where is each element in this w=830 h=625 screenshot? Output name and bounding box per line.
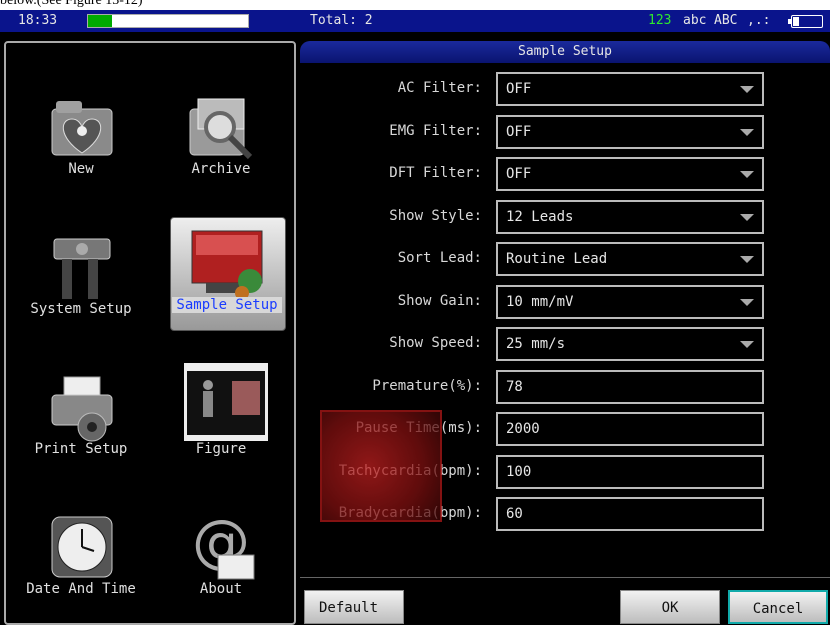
field-value: 60 — [506, 506, 523, 522]
menu-item-figure[interactable]: Figure — [166, 353, 276, 483]
menu-item-archive[interactable]: Archive — [166, 73, 276, 203]
text-field[interactable]: 100 — [496, 454, 764, 489]
select-field[interactable]: 10 mm/mV — [496, 284, 764, 319]
progress-fill — [88, 15, 112, 27]
input-mode-upper[interactable]: ABC — [714, 13, 737, 28]
menu-item-date-and-time[interactable]: Date And Time — [26, 493, 136, 623]
field-label: Sort Lead: — [397, 250, 482, 266]
field-value: Routine Lead — [506, 251, 608, 267]
field-value: OFF — [506, 166, 532, 182]
button-bar: Default OK Cancel — [300, 577, 830, 625]
input-mode-numeric[interactable]: 123 — [648, 13, 671, 28]
menu-label: About — [199, 581, 243, 597]
field-label: EMG Filter: — [389, 122, 482, 139]
form-row: DFT Filter: OFF — [300, 155, 830, 195]
progress-bar — [87, 14, 249, 28]
menu-label: Figure — [195, 441, 247, 457]
sample-screen-icon — [191, 230, 263, 300]
form-row: AC Filter: OFF — [300, 70, 830, 110]
chevron-down-icon[interactable] — [740, 256, 754, 263]
battery-icon — [788, 15, 823, 28]
select-field[interactable]: OFF — [496, 72, 764, 106]
magnifier-folder-icon — [189, 98, 253, 160]
select-field[interactable]: OFF — [496, 114, 764, 149]
watermark-image — [320, 410, 442, 522]
clock-time: 18:33 — [18, 13, 58, 28]
device-screen: 18:33 Total: 2 123 abc ABC ,.: New Archi… — [0, 10, 830, 625]
menu-item-system-setup[interactable]: System Setup — [26, 213, 136, 343]
text-field[interactable]: 78 — [496, 369, 764, 404]
figure-icon — [184, 363, 268, 441]
status-bar: 18:33 Total: 2 123 abc ABC ,.: — [0, 10, 830, 32]
form-row: Show Speed: 25 mm/s — [300, 325, 830, 365]
form-row: Show Style: 12 Leads — [300, 198, 830, 238]
figure-caption: below.(See Figure 13-12) — [0, 0, 143, 8]
field-value: OFF — [506, 81, 532, 97]
select-field[interactable]: OFF — [496, 157, 764, 191]
field-value: 100 — [506, 463, 532, 480]
clock-icon — [51, 516, 113, 578]
form-row: EMG Filter: OFF — [300, 113, 830, 153]
menu-item-sample-setup[interactable]: Sample Setup — [170, 217, 286, 349]
chevron-down-icon[interactable] — [740, 128, 754, 136]
tools-icon — [53, 238, 111, 299]
input-mode-lower[interactable]: abc — [683, 13, 706, 28]
field-value: 12 Leads — [506, 208, 574, 225]
menu-item-about[interactable]: @ About — [166, 493, 276, 623]
menu-label: New — [68, 161, 94, 177]
chevron-down-icon[interactable] — [740, 298, 754, 306]
select-field[interactable]: 12 Leads — [496, 199, 764, 234]
folder-heart-icon — [51, 101, 113, 156]
main-menu: New Archive System Setup Sample Setup Pr… — [4, 41, 296, 625]
select-field[interactable]: 25 mm/s — [496, 327, 764, 361]
text-field[interactable]: 2000 — [496, 412, 764, 446]
chevron-down-icon[interactable] — [740, 171, 754, 178]
at-sign-icon: @ — [192, 511, 255, 580]
menu-item-print-setup[interactable]: Print Setup — [26, 353, 136, 483]
menu-label: Archive — [191, 161, 251, 177]
form-row: Premature(%): 78 — [300, 368, 830, 408]
field-value: 78 — [506, 378, 523, 395]
select-field[interactable]: Routine Lead — [496, 242, 764, 276]
field-label: Show Speed: — [389, 335, 482, 351]
field-value: OFF — [506, 123, 532, 140]
printer-icon — [51, 376, 113, 442]
field-value: 10 mm/mV — [506, 293, 574, 310]
chevron-down-icon[interactable] — [740, 213, 754, 221]
field-label: Premature(%): — [372, 377, 482, 394]
form-row: Sort Lead: Routine Lead — [300, 240, 830, 280]
field-label: Show Gain: — [397, 292, 482, 309]
menu-label: Date And Time — [26, 581, 136, 597]
chevron-down-icon[interactable] — [740, 341, 754, 348]
field-value: 25 mm/s — [506, 336, 566, 352]
cancel-button[interactable]: Cancel — [728, 590, 828, 624]
menu-label: Sample Setup — [172, 297, 282, 313]
menu-label: Print Setup — [34, 441, 128, 457]
field-label: DFT Filter: — [389, 165, 482, 181]
chevron-down-icon[interactable] — [740, 86, 754, 93]
input-mode-punct[interactable]: ,.: — [747, 13, 770, 28]
field-value: 2000 — [506, 421, 540, 437]
total-count: Total: 2 — [310, 13, 373, 28]
form-row: Show Gain: 10 mm/mV — [300, 283, 830, 323]
menu-item-new[interactable]: New — [26, 73, 136, 203]
menu-label: System Setup — [30, 301, 132, 317]
field-label: Show Style: — [389, 207, 482, 224]
field-label: AC Filter: — [397, 80, 482, 96]
text-field[interactable]: 60 — [496, 497, 764, 531]
panel-title: Sample Setup — [300, 41, 830, 63]
default-button[interactable]: Default — [304, 590, 404, 624]
ok-button[interactable]: OK — [620, 590, 720, 624]
sample-setup-panel: Sample Setup AC Filter: OFF EMG Filter: OFF… — [300, 41, 830, 625]
